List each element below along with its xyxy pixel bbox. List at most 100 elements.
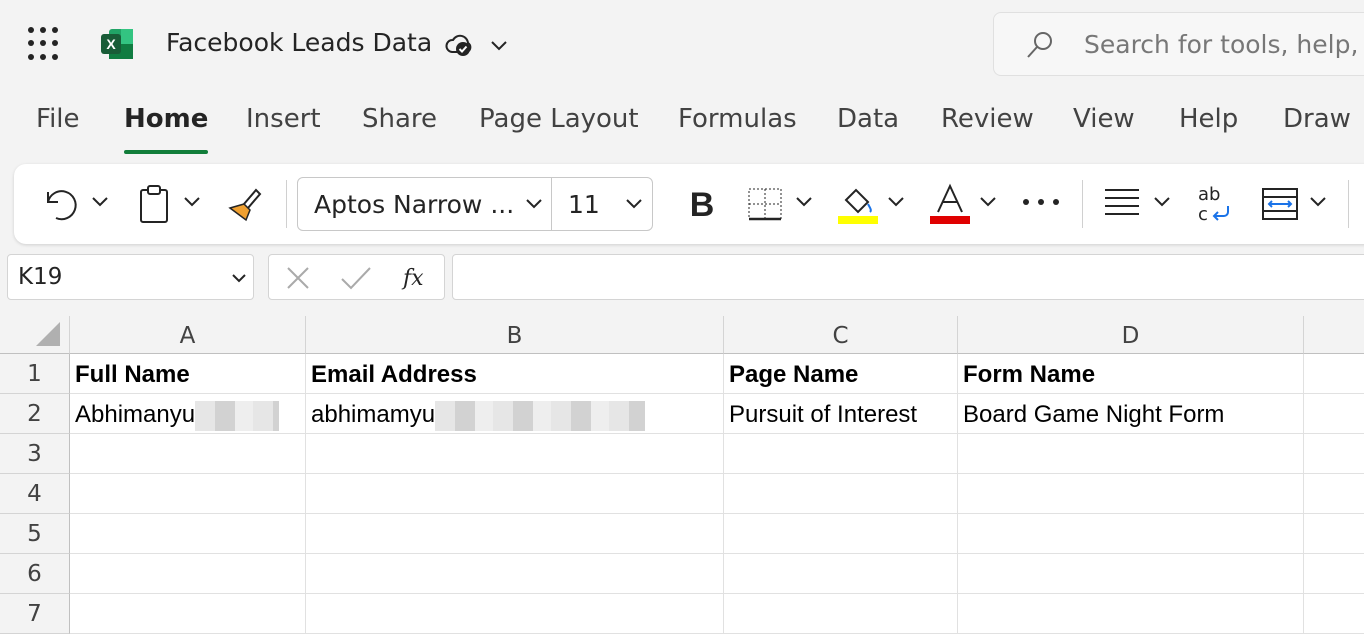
formula-input[interactable]	[452, 254, 1364, 300]
cell-c1[interactable]: Page Name	[724, 354, 958, 394]
tab-help[interactable]: Help	[1179, 104, 1238, 152]
row-header-2[interactable]: 2	[0, 394, 70, 434]
cell-a1[interactable]: Full Name	[70, 354, 306, 394]
select-all-corner[interactable]	[0, 316, 70, 354]
row-header-7[interactable]: 7	[0, 594, 70, 634]
cell-e1[interactable]	[1304, 354, 1364, 394]
undo-icon[interactable]	[42, 184, 82, 224]
format-painter-icon[interactable]	[226, 184, 266, 224]
font-color-chevron-icon[interactable]	[978, 194, 998, 210]
tab-formulas[interactable]: Formulas	[678, 104, 797, 152]
insert-function-icon[interactable]: fx	[399, 263, 433, 293]
tab-home[interactable]: Home	[124, 104, 209, 154]
bold-icon[interactable]: B	[686, 184, 718, 224]
cell-b2[interactable]: abhimamyu	[306, 394, 724, 434]
cell-e3[interactable]	[1304, 434, 1364, 474]
paste-icon[interactable]	[136, 184, 172, 224]
name-box-value[interactable]: K19	[18, 264, 62, 290]
cell-d5[interactable]	[958, 514, 1304, 554]
app-launcher-icon[interactable]	[28, 27, 62, 61]
svg-text:X: X	[106, 36, 116, 52]
cell-a5[interactable]	[70, 514, 306, 554]
cell-b6[interactable]	[306, 554, 724, 594]
cell-b5[interactable]	[306, 514, 724, 554]
cell-c2[interactable]: Pursuit of Interest	[724, 394, 958, 434]
tab-file[interactable]: File	[36, 104, 80, 152]
cell-c7[interactable]	[724, 594, 958, 634]
cell-a7[interactable]	[70, 594, 306, 634]
cell-b2-text: abhimamyu	[311, 401, 436, 428]
column-header-e[interactable]	[1304, 316, 1364, 354]
font-color-icon[interactable]	[928, 182, 972, 226]
font-chevron-icon[interactable]	[524, 196, 544, 212]
cell-e2[interactable]	[1304, 394, 1364, 434]
paste-chevron-icon[interactable]	[182, 194, 202, 210]
tab-share[interactable]: Share	[362, 104, 437, 152]
cell-a6[interactable]	[70, 554, 306, 594]
cell-c4[interactable]	[724, 474, 958, 514]
font-size[interactable]: 11	[568, 190, 600, 219]
cell-d6[interactable]	[958, 554, 1304, 594]
row-header-1[interactable]: 1	[0, 354, 70, 394]
font-name[interactable]: Aptos Narrow ...	[314, 190, 514, 219]
cell-a3[interactable]	[70, 434, 306, 474]
cell-d1[interactable]: Form Name	[958, 354, 1304, 394]
chevron-down-icon[interactable]	[488, 36, 510, 54]
cell-e6[interactable]	[1304, 554, 1364, 594]
enter-check-icon[interactable]	[339, 265, 373, 291]
fill-color-chevron-icon[interactable]	[886, 194, 906, 210]
row-header-3[interactable]: 3	[0, 434, 70, 474]
cell-d3[interactable]	[958, 434, 1304, 474]
ribbon-toolbar: Aptos Narrow ... 11 B ab c	[14, 164, 1364, 244]
cell-b7[interactable]	[306, 594, 724, 634]
column-header-d[interactable]: D	[958, 316, 1304, 354]
document-title[interactable]: Facebook Leads Data	[166, 28, 432, 57]
search-box[interactable]: Search for tools, help, a	[993, 12, 1364, 76]
row-header-4[interactable]: 4	[0, 474, 70, 514]
cell-b4[interactable]	[306, 474, 724, 514]
cloud-saved-icon[interactable]	[444, 30, 474, 60]
cell-c3[interactable]	[724, 434, 958, 474]
name-box[interactable]: K19	[7, 254, 254, 300]
column-header-a[interactable]: A	[70, 316, 306, 354]
more-options-icon[interactable]	[1020, 192, 1062, 212]
cell-e7[interactable]	[1304, 594, 1364, 634]
tab-insert[interactable]: Insert	[246, 104, 321, 152]
svg-text:B: B	[690, 186, 715, 224]
cell-d7[interactable]	[958, 594, 1304, 634]
fill-color-icon[interactable]	[836, 182, 880, 226]
tab-view[interactable]: View	[1073, 104, 1135, 152]
tab-data[interactable]: Data	[837, 104, 899, 152]
cell-e5[interactable]	[1304, 514, 1364, 554]
row-header-5[interactable]: 5	[0, 514, 70, 554]
tab-draw[interactable]: Draw	[1283, 104, 1351, 152]
cell-d4[interactable]	[958, 474, 1304, 514]
tab-page-layout[interactable]: Page Layout	[479, 104, 639, 152]
cell-c5[interactable]	[724, 514, 958, 554]
merge-cells-icon[interactable]	[1260, 184, 1300, 224]
cell-c6[interactable]	[724, 554, 958, 594]
column-header-c[interactable]: C	[724, 316, 958, 354]
tab-review[interactable]: Review	[941, 104, 1034, 152]
spreadsheet-grid: A B C D 1 2 3 4 5 6 7 Full Name Email Ad…	[0, 316, 1364, 634]
cancel-icon[interactable]	[285, 265, 311, 291]
align-chevron-icon[interactable]	[1152, 194, 1172, 210]
borders-icon[interactable]	[746, 184, 784, 224]
font-separator	[551, 178, 552, 230]
font-size-chevron-icon[interactable]	[624, 196, 644, 212]
wrap-text-icon[interactable]: ab c	[1194, 182, 1234, 226]
align-icon[interactable]	[1102, 184, 1142, 224]
column-header-b[interactable]: B	[306, 316, 724, 354]
undo-chevron-icon[interactable]	[90, 194, 110, 210]
cell-d2[interactable]: Board Game Night Form	[958, 394, 1304, 434]
cell-a4[interactable]	[70, 474, 306, 514]
row-header-6[interactable]: 6	[0, 554, 70, 594]
cell-b1[interactable]: Email Address	[306, 354, 724, 394]
borders-chevron-icon[interactable]	[794, 194, 814, 210]
cell-b3[interactable]	[306, 434, 724, 474]
merge-chevron-icon[interactable]	[1308, 194, 1328, 210]
cell-a2[interactable]: Abhimanyu	[70, 394, 306, 434]
font-selector[interactable]: Aptos Narrow ... 11	[297, 177, 653, 231]
name-box-chevron-icon[interactable]	[230, 271, 248, 285]
cell-e4[interactable]	[1304, 474, 1364, 514]
